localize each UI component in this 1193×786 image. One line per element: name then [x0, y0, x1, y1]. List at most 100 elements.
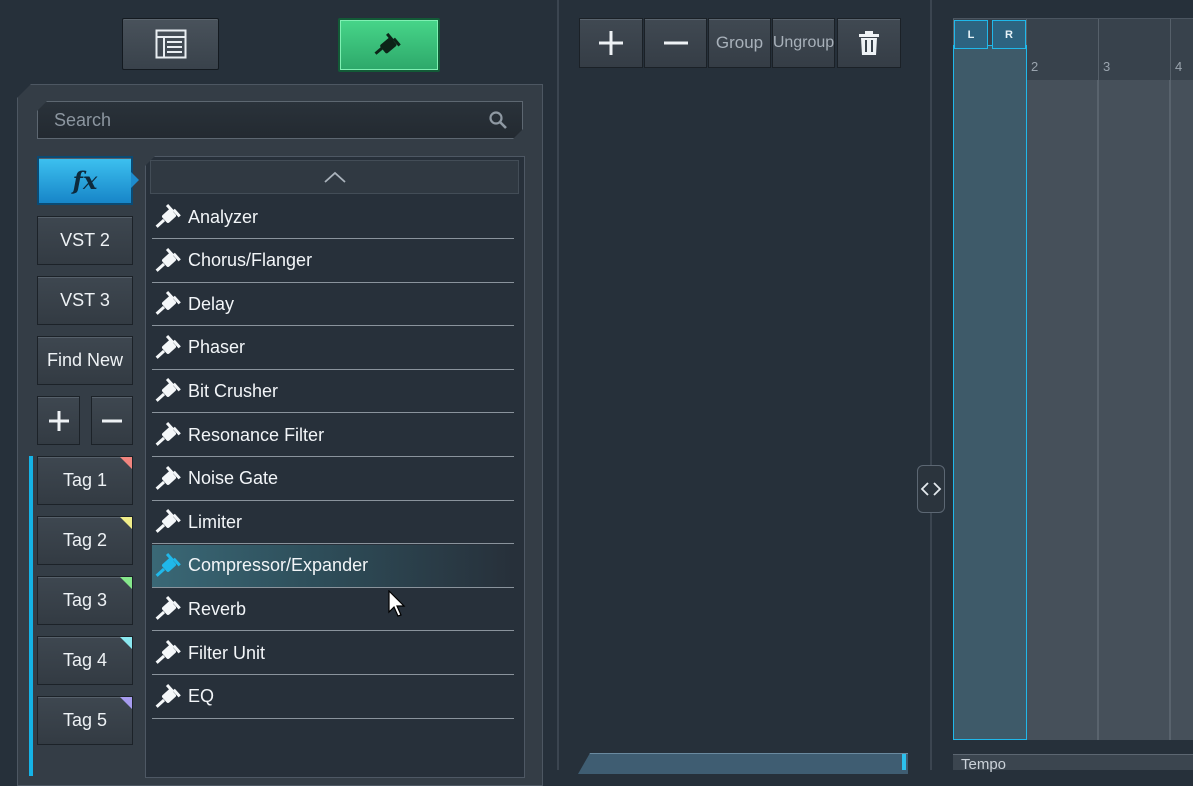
- tag-color-corner: [120, 577, 132, 589]
- group-label: Group: [715, 33, 764, 52]
- delete-button[interactable]: [837, 18, 901, 68]
- plug-icon: [152, 376, 188, 406]
- plug-icon: [152, 246, 188, 276]
- remove-tag-button[interactable]: [91, 396, 133, 445]
- loop-left-marker[interactable]: L: [954, 20, 988, 49]
- plug-icon: [152, 682, 188, 712]
- category-vst2-button[interactable]: VST 2: [37, 216, 133, 265]
- plugin-name: Filter Unit: [188, 642, 266, 663]
- bar-gridline: [1169, 80, 1171, 740]
- plug-icon: [152, 333, 188, 363]
- vst2-label: VST 2: [60, 230, 110, 250]
- tag-label: Tag 1: [62, 470, 108, 490]
- loop-left-label: L: [967, 28, 975, 41]
- chevron-up-icon: [323, 171, 346, 183]
- plugin-list-item[interactable]: Delay: [152, 283, 514, 327]
- plugin-list-item[interactable]: Resonance Filter: [152, 414, 514, 457]
- bar-number: 4: [1175, 59, 1183, 74]
- plug-icon: [152, 420, 188, 450]
- scroll-up-button[interactable]: [150, 160, 519, 194]
- bottom-panel-tab[interactable]: [578, 753, 908, 774]
- plugin-name: EQ: [188, 686, 215, 707]
- plus-icon: [48, 410, 69, 431]
- loop-right-marker[interactable]: R: [992, 20, 1026, 49]
- plugin-name: Bit Crusher: [188, 380, 279, 401]
- plugin-name: Delay: [188, 293, 235, 314]
- plugin-name: Limiter: [188, 511, 243, 532]
- right-divider: [930, 0, 932, 770]
- tag-3-button[interactable]: Tag 3: [37, 576, 133, 625]
- plugin-list-item[interactable]: Reverb: [152, 588, 514, 632]
- bar-number: 3: [1103, 59, 1111, 74]
- search-icon[interactable]: [488, 110, 508, 130]
- panel-splitter-handle[interactable]: [917, 465, 945, 513]
- plugin-list-item[interactable]: EQ: [152, 676, 514, 719]
- category-vst3-button[interactable]: VST 3: [37, 276, 133, 325]
- plugin-list-item[interactable]: Compressor/Expander: [152, 544, 514, 588]
- tag-color-corner: [120, 637, 132, 649]
- plugins-view-button[interactable]: [338, 18, 440, 72]
- plugin-name: Chorus/Flanger: [188, 250, 313, 271]
- add-button[interactable]: [579, 18, 643, 68]
- plugin-list-item[interactable]: Analyzer: [152, 196, 514, 239]
- plugin-list-item[interactable]: Filter Unit: [152, 632, 514, 675]
- plugin-list-item[interactable]: Noise Gate: [152, 458, 514, 501]
- tag-1-button[interactable]: Tag 1: [37, 456, 133, 505]
- loop-right-label: R: [1005, 28, 1013, 41]
- tag-color-corner: [120, 697, 132, 709]
- list-view-button[interactable]: [122, 18, 219, 70]
- tag-color-corner: [120, 457, 132, 469]
- tag-4-button[interactable]: Tag 4: [37, 636, 133, 685]
- plugin-list-item[interactable]: Limiter: [152, 501, 514, 545]
- expand-horizontal-icon: [920, 482, 942, 496]
- plugin-list-item[interactable]: Bit Crusher: [152, 370, 514, 414]
- ungroup-button[interactable]: Ungroup: [772, 18, 835, 68]
- plugin-name: Phaser: [188, 337, 246, 358]
- plug-icon: [152, 202, 188, 232]
- remove-button[interactable]: [644, 18, 707, 68]
- vst3-label: VST 3: [60, 290, 110, 310]
- minus-icon: [102, 419, 122, 422]
- tag-label: Tag 2: [62, 530, 108, 550]
- ungroup-label: Ungroup: [772, 34, 835, 51]
- trash-icon: [859, 31, 879, 55]
- tag-2-button[interactable]: Tag 2: [37, 516, 133, 565]
- tempo-label: Tempo: [961, 756, 1007, 773]
- bottom-tab-indicator: [902, 754, 906, 770]
- plugin-name: Reverb: [188, 598, 247, 619]
- plugin-list-item[interactable]: Chorus/Flanger: [152, 240, 514, 283]
- plug-icon: [152, 638, 188, 668]
- fx-label: fx: [72, 166, 98, 195]
- group-button[interactable]: Group: [708, 18, 771, 68]
- fx-selected-indicator: [131, 172, 139, 188]
- plug-icon: [152, 507, 188, 537]
- plug-icon: [374, 32, 401, 55]
- tag-label: Tag 4: [62, 650, 108, 670]
- plug-icon: [152, 594, 188, 624]
- search-box[interactable]: [37, 101, 523, 139]
- plugin-name: Noise Gate: [188, 468, 279, 489]
- bar-number: 2: [1031, 59, 1039, 74]
- list-icon: [155, 29, 186, 59]
- add-tag-button[interactable]: [37, 396, 80, 445]
- plugin-name: Compressor/Expander: [188, 555, 369, 576]
- search-input[interactable]: [52, 109, 488, 132]
- tags-accent-bar: [29, 456, 33, 776]
- left-divider: [557, 0, 559, 770]
- tempo-track-header[interactable]: Tempo: [953, 754, 1193, 773]
- tag-color-corner: [120, 517, 132, 529]
- plug-icon: [152, 551, 188, 581]
- plug-icon: [152, 464, 188, 494]
- find-new-button[interactable]: Find New: [37, 336, 133, 385]
- tag-label: Tag 3: [62, 590, 108, 610]
- tag-5-button[interactable]: Tag 5: [37, 696, 133, 745]
- plug-icon: [152, 289, 188, 319]
- plugin-list-item[interactable]: Phaser: [152, 327, 514, 370]
- find-new-label: Find New: [46, 350, 124, 370]
- mouse-cursor-icon: [388, 590, 406, 617]
- tag-label: Tag 5: [62, 710, 108, 730]
- loop-region[interactable]: [953, 45, 1027, 740]
- minus-icon: [663, 41, 688, 45]
- category-fx-button[interactable]: fx: [37, 156, 133, 205]
- plus-icon: [599, 31, 623, 55]
